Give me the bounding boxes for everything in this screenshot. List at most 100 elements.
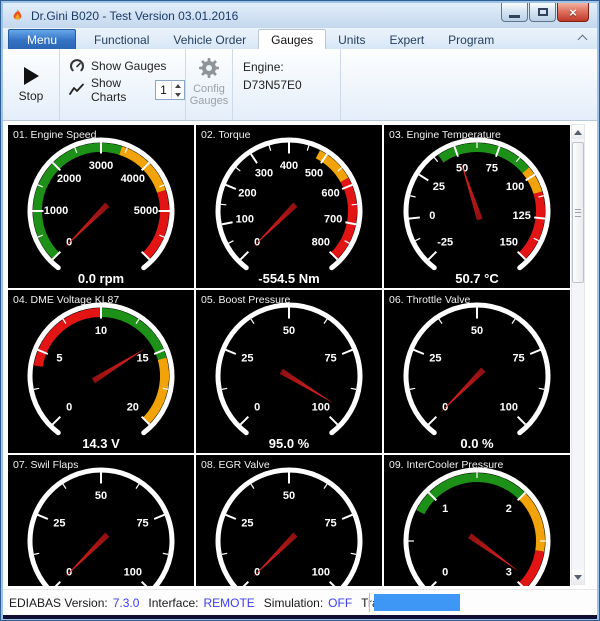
- show-gauges-button[interactable]: Show Gauges: [69, 54, 185, 78]
- spinner-up-icon[interactable]: [172, 81, 184, 90]
- config-gauges-label-line1: Config: [190, 83, 229, 95]
- show-charts-label[interactable]: Show Charts: [91, 76, 147, 104]
- gauge-02: 010020030040050060070080002. Torque-554.…: [196, 125, 382, 288]
- scroll-down-button[interactable]: [572, 570, 584, 584]
- gauge-needle: [468, 533, 521, 574]
- svg-text:0: 0: [66, 402, 72, 414]
- tab-functional[interactable]: Functional: [82, 30, 161, 49]
- gauge-needle: [250, 203, 297, 250]
- toolbar-filler: [341, 49, 597, 120]
- gauge-dial: 012309. InterCooler Pressure: [384, 455, 570, 586]
- config-gauges-button[interactable]: Config Gauges: [186, 49, 233, 120]
- ribbon-collapse-icon[interactable]: [577, 35, 587, 43]
- gauge-dial: 0510152004. DME Voltage KL8714.3 V: [8, 290, 194, 453]
- svg-text:75: 75: [136, 518, 148, 530]
- play-icon: [24, 67, 39, 85]
- svg-text:25: 25: [241, 353, 253, 365]
- gauge-dial: 01000200030004000500001. Engine Speed0.0…: [8, 125, 194, 288]
- close-icon: ×: [569, 5, 577, 20]
- scroll-up-icon: [574, 130, 582, 135]
- svg-text:50: 50: [456, 162, 468, 174]
- status-items: EDIABAS Version:7.3.0Interface:REMOTESim…: [3, 596, 424, 610]
- tab-menu[interactable]: Menu: [8, 29, 76, 49]
- tab-units[interactable]: Units: [326, 30, 377, 49]
- maximize-button[interactable]: [529, 3, 556, 22]
- gauge-value: -554.5 Nm: [258, 271, 319, 286]
- svg-text:800: 800: [312, 237, 330, 249]
- gauge-dial: 025507510007. Swil Flaps: [8, 455, 194, 586]
- tab-program[interactable]: Program: [436, 30, 506, 49]
- ribbon-tab-bar: Menu FunctionalVehicle OrderGaugesUnitsEx…: [3, 28, 597, 49]
- gauge-dial: 010020030040050060070080002. Torque-554.…: [196, 125, 382, 288]
- svg-text:10: 10: [95, 325, 107, 337]
- gauge-value: 14.3 V: [82, 436, 120, 451]
- svg-text:100: 100: [124, 567, 142, 579]
- scroll-up-button[interactable]: [572, 125, 584, 139]
- svg-text:50: 50: [95, 490, 107, 502]
- svg-text:50: 50: [283, 325, 295, 337]
- svg-text:25: 25: [241, 518, 253, 530]
- minimize-button[interactable]: [501, 3, 528, 22]
- svg-text:0: 0: [442, 567, 448, 579]
- svg-text:1: 1: [442, 503, 448, 515]
- gauge-icon: [69, 58, 85, 74]
- gauge-title: 01. Engine Speed: [13, 129, 97, 141]
- tab-gauges[interactable]: Gauges: [258, 29, 326, 49]
- title-bar: Dr.Gini B020 - Test Version 03.01.2016 ×: [3, 3, 597, 28]
- show-gauges-label: Show Gauges: [91, 59, 166, 73]
- svg-text:-25: -25: [437, 237, 453, 249]
- gauge-dial: 025507510005. Boost Pressure95.0 %: [196, 290, 382, 453]
- status-value: 7.3.0: [113, 596, 140, 610]
- scroll-down-icon: [574, 575, 582, 580]
- gauge-band-orange: [121, 151, 162, 192]
- gauge-title: 04. DME Voltage KL87: [13, 294, 119, 306]
- gauge-band-green: [101, 313, 162, 359]
- tab-vehicle-order[interactable]: Vehicle Order: [161, 30, 258, 49]
- svg-text:100: 100: [236, 214, 254, 226]
- gauge-needle: [438, 368, 485, 415]
- status-label: Interface:: [148, 596, 198, 610]
- gauge-title: 06. Throttle Valve: [389, 294, 470, 306]
- tab-expert[interactable]: Expert: [377, 30, 436, 49]
- svg-text:75: 75: [512, 353, 524, 365]
- stop-label: Stop: [19, 89, 44, 103]
- gauge-ring: [30, 470, 172, 586]
- gauge-dial: 025507510008. EGR Valve: [196, 455, 382, 586]
- gauge-title: 08. EGR Valve: [201, 459, 270, 471]
- svg-text:400: 400: [280, 160, 298, 172]
- spinner-down-icon[interactable]: [172, 90, 184, 99]
- gauge-value: 0.0 %: [460, 436, 494, 451]
- svg-text:0: 0: [254, 402, 260, 414]
- scrollbar-thumb[interactable]: [572, 142, 584, 283]
- gauge-03: -25025507510012515003. Engine Temperatur…: [384, 125, 570, 288]
- app-window: Dr.Gini B020 - Test Version 03.01.2016 ×…: [0, 0, 600, 621]
- gauge-title: 07. Swil Flaps: [13, 459, 78, 471]
- svg-text:600: 600: [321, 188, 339, 200]
- gauge-ring: [218, 470, 360, 586]
- show-group: Show Gauges Show Charts 1: [60, 49, 186, 120]
- show-charts-row: Show Charts 1: [69, 78, 185, 102]
- vertical-scrollbar[interactable]: [571, 124, 585, 585]
- gauge-01: 01000200030004000500001. Engine Speed0.0…: [8, 125, 194, 288]
- gauge-title: 02. Torque: [201, 129, 251, 141]
- svg-text:3000: 3000: [89, 160, 113, 172]
- svg-text:25: 25: [433, 181, 445, 193]
- gauge-title: 09. InterCooler Pressure: [389, 459, 504, 471]
- gauge-06: 025507510006. Throttle Valve0.0 %: [384, 290, 570, 453]
- gauge-dial: 025507510006. Throttle Valve0.0 %: [384, 290, 570, 453]
- close-button[interactable]: ×: [557, 3, 589, 22]
- gauge-04: 0510152004. DME Voltage KL8714.3 V: [8, 290, 194, 453]
- gauge-09: 012309. InterCooler Pressure: [384, 455, 570, 586]
- svg-text:100: 100: [506, 181, 524, 193]
- svg-text:200: 200: [238, 188, 256, 200]
- charts-count-spinner: 1: [155, 80, 185, 100]
- gauge-05: 025507510005. Boost Pressure95.0 %: [196, 290, 382, 453]
- status-label: Simulation:: [264, 596, 323, 610]
- svg-text:50: 50: [471, 325, 483, 337]
- svg-text:2000: 2000: [57, 173, 81, 185]
- flame-icon: [10, 8, 25, 23]
- stop-button[interactable]: Stop: [3, 49, 60, 120]
- scrollbar-grip: [575, 209, 581, 217]
- charts-count-input[interactable]: 1: [156, 81, 171, 99]
- status-bar: EDIABAS Version:7.3.0Interface:REMOTESim…: [3, 589, 597, 615]
